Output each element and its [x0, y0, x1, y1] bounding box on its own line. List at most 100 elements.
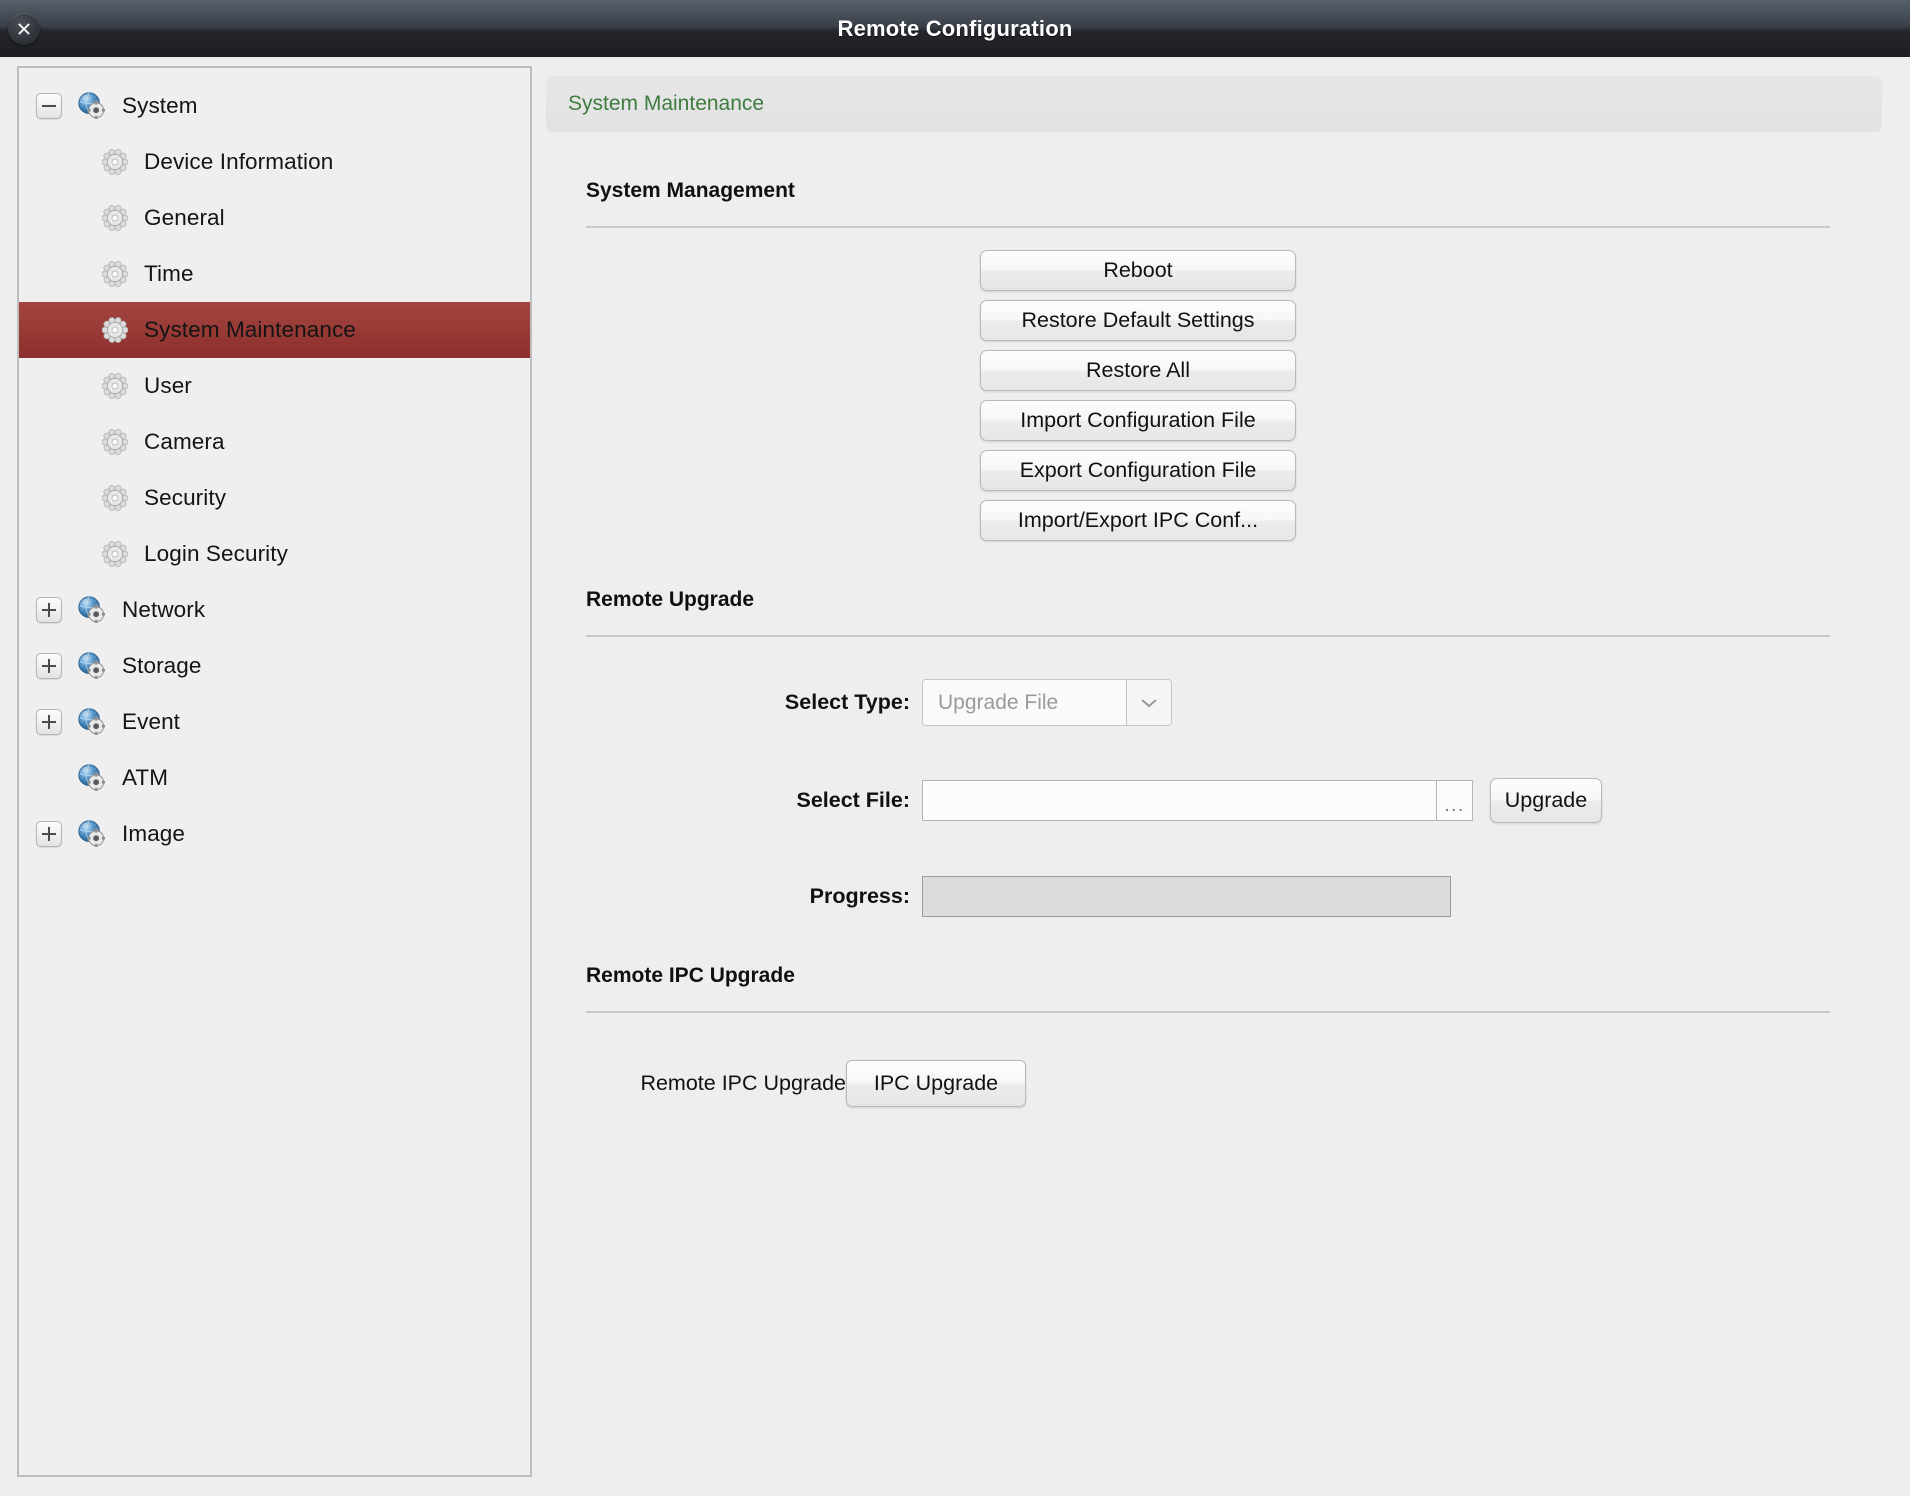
navigation-tree: System Device Information General Time Syste… [19, 68, 530, 862]
chevron-down-icon [1140, 697, 1158, 709]
browse-button[interactable]: ... [1436, 780, 1473, 821]
globe-gear-icon [76, 763, 106, 793]
gear-icon-wrap [102, 541, 128, 567]
gear-icon-wrap [102, 261, 128, 287]
globe-gear-icon [76, 707, 106, 737]
sidebar-item-label: Login Security [144, 541, 288, 567]
sidebar-item-label: Security [144, 485, 226, 511]
globe-gear-icon [76, 819, 106, 849]
sidebar-item-label: Time [144, 261, 194, 287]
gear-icon [102, 149, 128, 175]
sidebar-item-device-information[interactable]: Device Information [19, 134, 530, 190]
tree-toggle-plus-icon[interactable] [36, 597, 62, 623]
sidebar-item-atm[interactable]: ATM [19, 750, 530, 806]
gear-icon [102, 261, 128, 287]
sidebar-item-network[interactable]: Network [19, 582, 530, 638]
globe-gear-icon [76, 595, 106, 625]
sidebar-item-label: General [144, 205, 225, 231]
globe-gear-icon-wrap [76, 707, 106, 737]
globe-gear-icon-wrap [76, 819, 106, 849]
tree-toggle-minus-icon[interactable] [36, 93, 62, 119]
progress-label: Progress: [586, 884, 922, 909]
window-title: Remote Configuration [838, 16, 1073, 42]
select-type-arrow[interactable] [1126, 680, 1171, 725]
globe-gear-icon [76, 91, 106, 121]
progress-row: Progress: [586, 876, 1900, 917]
select-file-group: ... Upgrade [922, 778, 1602, 823]
remote-ipc-upgrade-divider [586, 1011, 1830, 1013]
remote-ipc-upgrade-row: Remote IPC Upgrade IPC Upgrade [586, 1060, 1900, 1107]
globe-gear-icon-wrap [76, 651, 106, 681]
close-icon [15, 20, 33, 38]
gear-icon [102, 205, 128, 231]
globe-gear-icon-wrap [76, 595, 106, 625]
sidebar-item-image[interactable]: Image [19, 806, 530, 862]
system-management-button-stack: Reboot Restore Default Settings Restore Al… [540, 250, 1900, 541]
gear-icon [102, 373, 128, 399]
globe-gear-icon-wrap [76, 91, 106, 121]
gear-icon-wrap [102, 149, 128, 175]
sidebar-item-label: Camera [144, 429, 225, 455]
system-management-divider [586, 226, 1830, 228]
sidebar-item-label: Image [122, 821, 185, 847]
ipc-upgrade-button[interactable]: IPC Upgrade [846, 1060, 1026, 1107]
gear-icon-wrap [102, 373, 128, 399]
gear-icon-wrap [102, 317, 128, 343]
sidebar-item-camera[interactable]: Camera [19, 414, 530, 470]
select-type-value: Upgrade File [923, 680, 1126, 725]
gear-icon [102, 485, 128, 511]
sidebar-item-label: Device Information [144, 149, 333, 175]
gear-icon-wrap [102, 485, 128, 511]
sidebar-item-label: User [144, 373, 192, 399]
select-type-dropdown[interactable]: Upgrade File [922, 679, 1172, 726]
sidebar-item-login-security[interactable]: Login Security [19, 526, 530, 582]
upgrade-progress-bar [922, 876, 1451, 917]
sidebar-item-label: Network [122, 597, 205, 623]
sidebar-item-label: System [122, 93, 198, 119]
sidebar-item-label: System Maintenance [144, 317, 356, 343]
gear-icon-wrap [102, 429, 128, 455]
remote-ipc-upgrade-label: Remote IPC Upgrade [586, 1071, 846, 1096]
sidebar-item-label: ATM [122, 765, 168, 791]
sidebar-item-event[interactable]: Event [19, 694, 530, 750]
page-header-band: System Maintenance [546, 76, 1882, 132]
system-management-button-1[interactable]: Restore Default Settings [980, 300, 1296, 341]
window-titlebar: Remote Configuration [0, 0, 1910, 57]
navigation-tree-panel: System Device Information General Time Syste… [17, 66, 532, 1477]
select-type-row: Select Type: Upgrade File [586, 679, 1900, 726]
sidebar-item-system-maintenance[interactable]: System Maintenance [19, 302, 530, 358]
tree-toggle-plus-icon[interactable] [36, 709, 62, 735]
system-management-button-0[interactable]: Reboot [980, 250, 1296, 291]
system-management-heading: System Management [586, 179, 1900, 203]
sidebar-item-storage[interactable]: Storage [19, 638, 530, 694]
sidebar-item-label: Event [122, 709, 180, 735]
remote-upgrade-heading: Remote Upgrade [586, 588, 1900, 612]
gear-icon [102, 429, 128, 455]
remote-ipc-upgrade-heading: Remote IPC Upgrade [586, 964, 1900, 988]
gear-icon [102, 541, 128, 567]
system-management-button-4[interactable]: Export Configuration File [980, 450, 1296, 491]
close-button[interactable] [8, 13, 40, 45]
select-file-input[interactable] [922, 780, 1436, 821]
upgrade-button[interactable]: Upgrade [1490, 778, 1602, 823]
sidebar-item-system[interactable]: System [19, 78, 530, 134]
sidebar-item-time[interactable]: Time [19, 246, 530, 302]
select-file-label: Select File: [586, 788, 922, 813]
page-title: System Maintenance [568, 92, 764, 116]
system-management-button-3[interactable]: Import Configuration File [980, 400, 1296, 441]
sidebar-item-general[interactable]: General [19, 190, 530, 246]
sidebar-item-user[interactable]: User [19, 358, 530, 414]
globe-gear-icon-wrap [76, 763, 106, 793]
tree-toggle-plus-icon[interactable] [36, 821, 62, 847]
system-management-button-2[interactable]: Restore All [980, 350, 1296, 391]
window-body: System Device Information General Time Syste… [0, 57, 1910, 1496]
system-management-button-5[interactable]: Import/Export IPC Conf... [980, 500, 1296, 541]
tree-toggle-plus-icon[interactable] [36, 653, 62, 679]
content-panel: System Maintenance System Management Reb… [540, 66, 1900, 1486]
gear-icon [102, 317, 128, 343]
gear-icon-wrap [102, 205, 128, 231]
sidebar-item-label: Storage [122, 653, 202, 679]
select-file-row: Select File: ... Upgrade [586, 778, 1900, 823]
remote-upgrade-divider [586, 635, 1830, 637]
sidebar-item-security[interactable]: Security [19, 470, 530, 526]
